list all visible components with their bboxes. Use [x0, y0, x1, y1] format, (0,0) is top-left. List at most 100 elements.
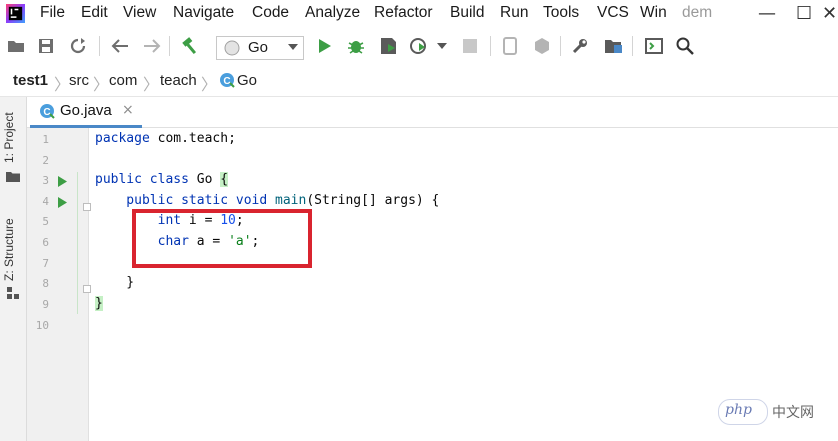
line-number: 3 — [42, 174, 49, 187]
maximize-icon[interactable]: ☐ — [796, 3, 812, 24]
window-title-project: dem — [682, 4, 713, 21]
line-number: 4 — [42, 195, 49, 208]
menu-view[interactable]: View — [123, 4, 156, 22]
fold-icon[interactable] — [83, 198, 91, 216]
terminal-icon[interactable] — [644, 36, 664, 56]
java-class-icon: C — [39, 103, 55, 124]
menu-window[interactable]: Win — [640, 4, 667, 22]
breadcrumb-project[interactable]: test1 — [13, 72, 48, 89]
toolbar-separator — [99, 36, 100, 56]
line-number: 9 — [42, 298, 49, 311]
close-window-icon[interactable]: ✕ — [822, 3, 837, 24]
code-token: package — [95, 131, 158, 146]
toolbar-separator — [169, 36, 170, 56]
toolbar: Go — [0, 27, 838, 65]
code-line: public class Go { — [95, 172, 229, 187]
chevron-right-icon: 〉 — [201, 75, 218, 94]
java-class-icon: C — [219, 72, 235, 93]
line-number: 8 — [42, 277, 49, 290]
debug-bug-icon[interactable] — [346, 36, 366, 56]
search-icon[interactable] — [675, 36, 695, 56]
run-config-label: Go — [248, 39, 269, 56]
build-hammer-icon[interactable] — [180, 36, 200, 56]
svg-text:C: C — [43, 107, 50, 118]
menu-code[interactable]: Code — [252, 4, 289, 22]
chevron-down-icon[interactable] — [432, 36, 452, 56]
java-class-icon — [224, 40, 240, 61]
menu-build[interactable]: Build — [450, 4, 484, 22]
code-token: Go — [196, 172, 221, 187]
project-tool-tab[interactable]: 1: Project — [2, 112, 16, 163]
breadcrumb: test1 〉 src 〉 com 〉 teach 〉 C Go — [0, 65, 838, 97]
run-gutter-icon[interactable] — [58, 195, 67, 213]
code-line: } — [95, 296, 103, 311]
minimize-icon[interactable]: — — [758, 3, 776, 24]
left-tool-window-strip: 1: Project Z: Structure — [0, 97, 27, 441]
line-number: 2 — [42, 154, 49, 167]
menu-file[interactable]: File — [40, 4, 65, 22]
code-token: (String[] args) { — [306, 193, 440, 208]
menu-analyze[interactable]: Analyze — [305, 4, 360, 22]
chevron-right-icon: 〉 — [54, 75, 71, 94]
watermark-text: 中文网 — [772, 404, 814, 420]
avd-manager-icon[interactable] — [500, 36, 520, 56]
toolbar-separator — [560, 36, 561, 56]
annotation-highlight-box — [132, 209, 312, 268]
breadcrumb-com[interactable]: com — [109, 72, 137, 89]
folder-icon[interactable] — [6, 169, 20, 187]
line-number: 6 — [42, 236, 49, 249]
structure-icon[interactable] — [7, 286, 19, 304]
close-tab-icon[interactable]: × — [122, 102, 134, 118]
watermark: php 中文网 — [718, 399, 834, 425]
run-gutter-icon[interactable] — [58, 174, 67, 192]
editor-tab-bar: C Go.java × — [27, 97, 838, 128]
tab-go-java[interactable]: C Go.java × — [30, 97, 142, 128]
code-token: main — [275, 193, 307, 208]
code-token: com.teach; — [157, 131, 236, 146]
intellij-logo-icon[interactable] — [6, 4, 25, 23]
menu-vcs[interactable]: VCS — [597, 4, 629, 22]
fold-icon[interactable] — [83, 280, 91, 298]
php-logo: php — [718, 399, 768, 425]
stop-icon[interactable] — [460, 36, 480, 56]
code-line: package com.teach; — [95, 131, 236, 146]
run-config-dropdown[interactable]: Go — [216, 36, 304, 60]
code-token: { — [220, 172, 229, 187]
structure-tool-tab[interactable]: Z: Structure — [2, 218, 16, 281]
line-number: 5 — [42, 215, 49, 228]
breadcrumb-class-go[interactable]: Go — [237, 72, 257, 89]
chevron-down-icon — [288, 44, 298, 50]
code-line: public static void main(String[] args) { — [95, 193, 439, 208]
indent-guide — [77, 172, 78, 314]
toolbar-separator — [632, 36, 633, 56]
forward-arrow-icon[interactable] — [142, 36, 162, 56]
sdk-manager-icon[interactable] — [532, 36, 552, 56]
open-folder-icon[interactable] — [6, 36, 26, 56]
svg-text:C: C — [223, 76, 230, 87]
line-number: 1 — [42, 133, 49, 146]
line-number: 7 — [42, 257, 49, 270]
code-token: public static void — [95, 193, 276, 208]
settings-wrench-icon[interactable] — [570, 36, 590, 56]
back-arrow-icon[interactable] — [110, 36, 130, 56]
code-token: } — [95, 296, 103, 311]
breadcrumb-teach[interactable]: teach — [160, 72, 197, 89]
save-icon[interactable] — [36, 36, 56, 56]
menu-bar: File Edit View Navigate Code Analyze Ref… — [0, 0, 838, 27]
run-icon[interactable] — [315, 36, 335, 56]
tab-label: Go.java — [60, 102, 112, 119]
menu-edit[interactable]: Edit — [81, 4, 108, 22]
menu-refactor[interactable]: Refactor — [374, 4, 433, 22]
coverage-icon[interactable] — [378, 36, 398, 56]
code-line: } — [95, 275, 134, 290]
profile-icon[interactable] — [410, 36, 430, 56]
menu-tools[interactable]: Tools — [543, 4, 579, 22]
line-number: 10 — [35, 319, 49, 332]
menu-navigate[interactable]: Navigate — [173, 4, 234, 22]
sync-icon[interactable] — [68, 36, 88, 56]
menu-run[interactable]: Run — [500, 4, 528, 22]
breadcrumb-src[interactable]: src — [69, 72, 89, 89]
project-structure-icon[interactable] — [604, 36, 624, 56]
code-token: public class — [95, 172, 197, 187]
chevron-right-icon: 〉 — [143, 75, 160, 94]
